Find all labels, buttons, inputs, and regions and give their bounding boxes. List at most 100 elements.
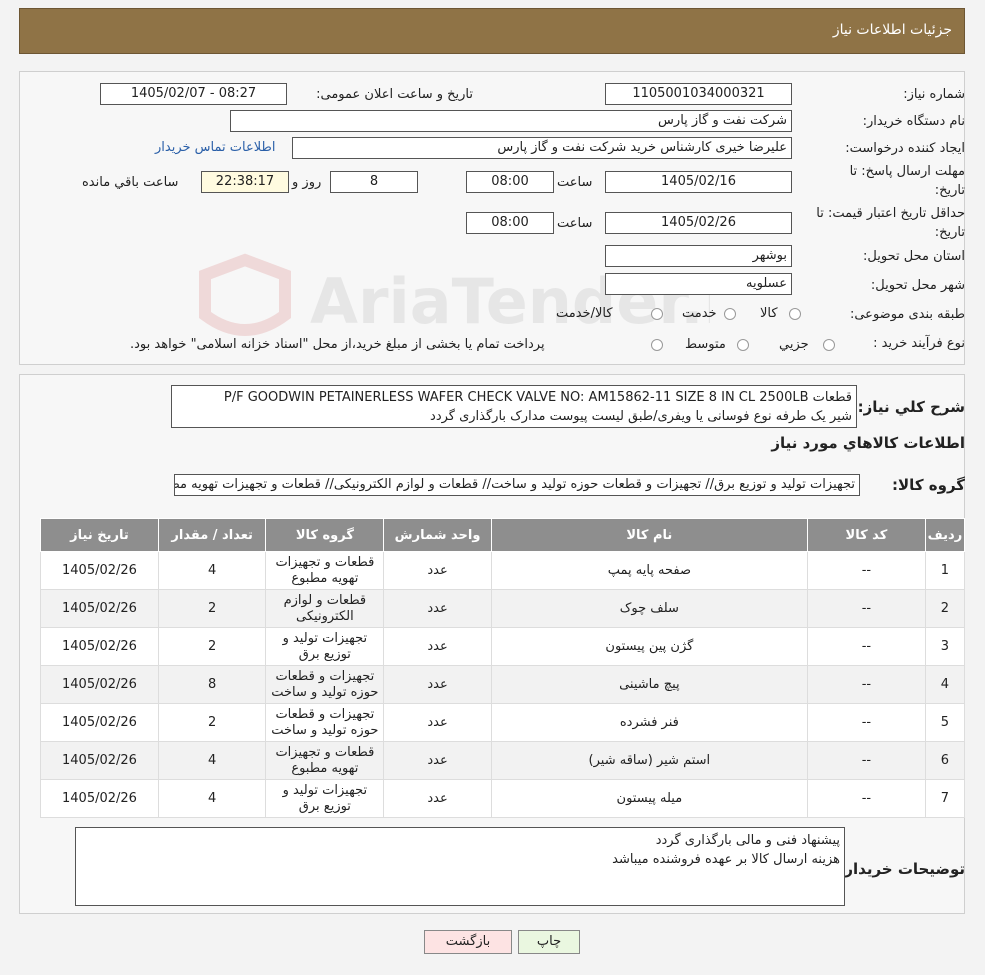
table-row: 1 -- صفحه پایه پمپ عدد قطعات و تجهیزات تهویه… [40, 551, 966, 590]
province-field: بوشهر [605, 245, 792, 267]
days-remaining-field: 8 [330, 171, 418, 193]
validity-date-field: 1405/02/26 [605, 212, 792, 234]
page-title: جزئیات اطلاعات نیاز [832, 22, 952, 38]
process-note: پرداخت تمام یا بخشی از مبلغ خرید،از محل … [130, 337, 545, 352]
table-row: 2 -- سلف چوک عدد قطعات و لوازم الکترونیکی 2 14… [40, 589, 966, 628]
buyer-org-field: شرکت نفت و گاز پارس [230, 110, 792, 132]
item-code: -- [806, 589, 926, 628]
days-label: روز و [292, 175, 322, 190]
process-radio-minor[interactable] [823, 339, 835, 351]
goods-group-field: تجهیزات تولید و توزیع برق// تجهیزات و قط… [174, 474, 860, 496]
goods-table-header-row: رديف کد کالا نام کالا واحد شمارش گروه کا… [40, 518, 966, 552]
item-code: -- [806, 551, 926, 590]
buyer-notes-textarea[interactable]: پیشنهاد فنی و مالی بارگذاری گردد هزینه ا… [75, 827, 845, 906]
col-code-header: کد کالا [806, 518, 926, 552]
city-label: شهر محل تحویل: [870, 278, 965, 293]
remaining-label: ساعت باقي مانده [82, 175, 179, 190]
row-number: 2 [924, 589, 966, 628]
validity-label: حداقل تاریخ اعتبار قیمت: تا [816, 206, 965, 221]
process-radio-medium[interactable] [737, 339, 749, 351]
need-number-field: 1105001034000321 [605, 83, 792, 105]
item-group: قطعات و تجهیزات تهویه مطبوع [265, 741, 385, 780]
city-field: عسلویه [605, 273, 792, 295]
item-group: قطعات و لوازم الکترونیکی [265, 589, 385, 628]
row-number: 7 [924, 779, 966, 818]
item-date: 1405/02/26 [40, 589, 159, 628]
category-option-goods: کالا [760, 306, 778, 321]
remaining-time-field: 22:38:17 [201, 171, 289, 193]
deadline-label-date: تاریخ: [934, 183, 965, 198]
item-group: تجهیزات تولید و توزیع برق [265, 627, 385, 666]
category-radio-service[interactable] [724, 308, 736, 320]
item-qty: 2 [157, 703, 267, 742]
validity-label-date: تاریخ: [934, 225, 965, 240]
item-qty: 2 [157, 627, 267, 666]
item-code: -- [806, 703, 926, 742]
item-code: -- [806, 779, 926, 818]
item-name: استم شیر (ساقه شیر) [490, 741, 808, 780]
process-option-minor: جزیي [779, 337, 809, 352]
col-unit-header: واحد شمارش [383, 518, 492, 552]
item-unit: عدد [383, 741, 492, 780]
goods-table: رديف کد کالا نام کالا واحد شمارش گروه کا… [40, 518, 966, 818]
item-qty: 8 [157, 665, 267, 704]
need-number-label: شماره نیاز: [903, 87, 965, 102]
print-button[interactable]: چاپ [518, 930, 580, 954]
col-date-header: تاريخ نياز [40, 518, 159, 552]
process-radio-treasury[interactable] [651, 339, 663, 351]
col-row-header: رديف [924, 518, 966, 552]
table-row: 3 -- گژن پین پیستون عدد تجهیزات تولید و توزی… [40, 627, 966, 666]
item-qty: 2 [157, 589, 267, 628]
deadline-time-label: ساعت [557, 175, 593, 190]
process-option-medium: متوسط [685, 337, 726, 352]
creator-label: ایجاد کننده درخواست: [845, 141, 965, 156]
item-date: 1405/02/26 [40, 665, 159, 704]
validity-time-label: ساعت [557, 216, 593, 231]
item-unit: عدد [383, 589, 492, 628]
announce-label: تاریخ و ساعت اعلان عمومی: [316, 87, 473, 102]
item-unit: عدد [383, 703, 492, 742]
category-radio-both[interactable] [651, 308, 663, 320]
item-date: 1405/02/26 [40, 551, 159, 590]
item-unit: عدد [383, 779, 492, 818]
buyer-org-label: نام دستگاه خریدار: [862, 114, 965, 129]
process-label: نوع فرآیند خرید : [873, 336, 965, 351]
deadline-date-field: 1405/02/16 [605, 171, 792, 193]
col-name-header: نام کالا [490, 518, 808, 552]
description-textarea[interactable]: قطعات P/F GOODWIN PETAINERLESS WAFER CHE… [171, 385, 857, 428]
deadline-label: مهلت ارسال پاسخ: تا [849, 164, 965, 179]
description-line-2: شیر یک طرفه نوع فوسانی یا ویفری/طبق لیست… [430, 409, 852, 424]
row-number: 6 [924, 741, 966, 780]
row-number: 5 [924, 703, 966, 742]
row-number: 3 [924, 627, 966, 666]
item-unit: عدد [383, 665, 492, 704]
description-line-1: قطعات P/F GOODWIN PETAINERLESS WAFER CHE… [223, 390, 852, 405]
item-date: 1405/02/26 [40, 741, 159, 780]
item-code: -- [806, 665, 926, 704]
table-row: 6 -- استم شیر (ساقه شیر) عدد قطعات و تجهیزات… [40, 741, 966, 780]
deadline-time-field: 08:00 [466, 171, 554, 193]
item-code: -- [806, 627, 926, 666]
col-group-header: گروه کالا [265, 518, 385, 552]
item-qty: 4 [157, 551, 267, 590]
buyer-contact-link[interactable]: اطلاعات تماس خریدار [155, 140, 275, 155]
announce-field: 1405/02/07 - 08:27 [100, 83, 287, 105]
category-option-service: خدمت [682, 306, 717, 321]
row-number: 4 [924, 665, 966, 704]
description-label: شرح کلي نياز: [857, 398, 965, 416]
item-group: تجهیزات تولید و توزیع برق [265, 779, 385, 818]
item-date: 1405/02/26 [40, 779, 159, 818]
category-option-both: کالا/خدمت [556, 306, 613, 321]
row-number: 1 [924, 551, 966, 590]
item-group: تجهیزات و قطعات حوزه تولید و ساخت [265, 665, 385, 704]
item-date: 1405/02/26 [40, 627, 159, 666]
creator-field: علیرضا خیری کارشناس خرید شرکت نفت و گاز … [292, 137, 792, 159]
category-radio-goods[interactable] [789, 308, 801, 320]
item-name: سلف چوک [490, 589, 808, 628]
back-button[interactable]: بازگشت [424, 930, 512, 954]
item-name: فنر فشرده [490, 703, 808, 742]
buyer-notes-label: توضیحات خریدار: [838, 860, 965, 878]
table-row: 4 -- پیچ ماشینی عدد تجهیزات و قطعات حوزه تول… [40, 665, 966, 704]
item-name: صفحه پایه پمپ [490, 551, 808, 590]
item-date: 1405/02/26 [40, 703, 159, 742]
